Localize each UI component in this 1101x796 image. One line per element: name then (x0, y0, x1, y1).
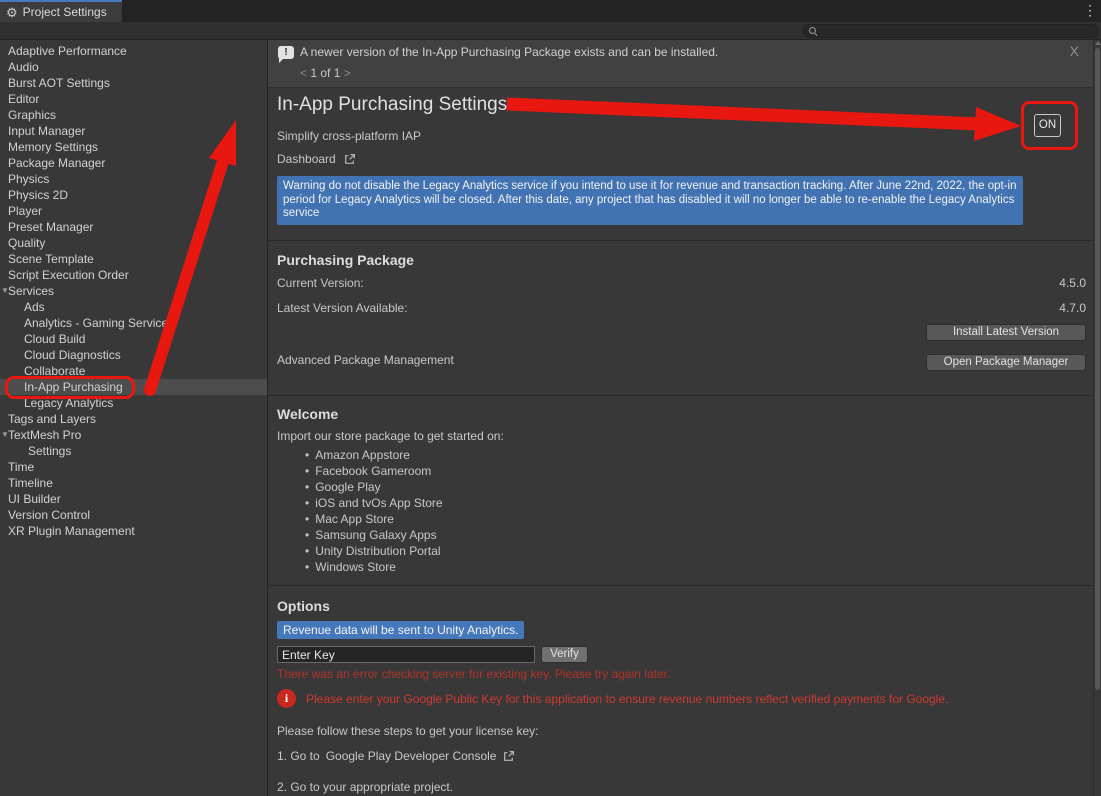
scroll-up-icon[interactable] (1095, 41, 1101, 45)
dashboard-link[interactable]: Dashboard (277, 152, 356, 166)
gear-icon: ⚙ (6, 6, 18, 19)
page-title: In-App Purchasing Settings (277, 94, 507, 116)
tab-bar: ⚙ Project Settings ⋮ (0, 0, 1101, 22)
key-check-error-text: There was an error checking server for e… (277, 667, 670, 681)
tab-project-settings[interactable]: ⚙ Project Settings (0, 0, 122, 22)
step-1-prefix: 1. Go to (277, 749, 320, 763)
sidebar-item-cloud-build[interactable]: Cloud Build (0, 331, 267, 347)
sidebar-item-textmesh-settings[interactable]: Settings (0, 443, 267, 459)
store-item: Google Play (305, 479, 443, 495)
sidebar-item-memory-settings[interactable]: Memory Settings (0, 139, 267, 155)
banner-message: A newer version of the In-App Purchasing… (300, 45, 718, 59)
sidebar-item-scene-template[interactable]: Scene Template (0, 251, 267, 267)
search-icon (809, 27, 817, 35)
sidebar-item-physics-2d[interactable]: Physics 2D (0, 187, 267, 203)
main-panel: ! A newer version of the In-App Purchasi… (268, 40, 1093, 796)
sidebar-item-package-manager[interactable]: Package Manager (0, 155, 267, 171)
close-icon[interactable]: X (1070, 43, 1079, 59)
sidebar-item-analytics-gaming-services[interactable]: Analytics - Gaming Services (0, 315, 267, 331)
store-item: Windows Store (305, 559, 443, 575)
sidebar-item-in-app-purchasing[interactable]: In-App Purchasing (0, 379, 267, 395)
step-2: 2. Go to your appropriate project. (277, 780, 453, 794)
pager-prev-icon[interactable]: < (300, 66, 307, 80)
store-item: Amazon Appstore (305, 447, 443, 463)
service-on-toggle[interactable]: ON (1034, 114, 1061, 137)
purchasing-package-heading: Purchasing Package (277, 252, 414, 268)
sidebar-item-player[interactable]: Player (0, 203, 267, 219)
sidebar-item-graphics[interactable]: Graphics (0, 107, 267, 123)
google-public-key-warning: Please enter your Google Public Key for … (306, 692, 948, 706)
toolbar (0, 22, 1101, 40)
sidebar-item-ui-builder[interactable]: UI Builder (0, 491, 267, 507)
console-warning-icon: ! (278, 46, 294, 59)
license-key-input[interactable] (277, 646, 535, 663)
step-2-text: 2. Go to your appropriate project. (277, 780, 453, 794)
store-list: Amazon Appstore Facebook Gameroom Google… (305, 447, 443, 575)
latest-version-label: Latest Version Available: (277, 301, 408, 315)
external-link-icon (343, 153, 356, 166)
options-heading: Options (277, 598, 330, 614)
sidebar-item-timeline[interactable]: Timeline (0, 475, 267, 491)
kebab-menu-icon[interactable]: ⋮ (1083, 2, 1097, 19)
vertical-scrollbar (1093, 40, 1101, 796)
notification-banner: ! A newer version of the In-App Purchasi… (268, 40, 1093, 88)
advanced-package-management-label: Advanced Package Management (277, 353, 454, 367)
sidebar-item-preset-manager[interactable]: Preset Manager (0, 219, 267, 235)
settings-sidebar: Adaptive Performance Audio Burst AOT Set… (0, 40, 267, 796)
open-package-manager-button[interactable]: Open Package Manager (926, 354, 1086, 371)
store-item: Samsung Galaxy Apps (305, 527, 443, 543)
dashboard-label: Dashboard (277, 152, 336, 166)
sidebar-item-burst-aot-settings[interactable]: Burst AOT Settings (0, 75, 267, 91)
sidebar-item-services[interactable]: Services (0, 283, 267, 299)
page-subtitle: Simplify cross-platform IAP (277, 129, 421, 143)
verify-button[interactable]: Verify (541, 646, 588, 663)
store-item: iOS and tvOs App Store (305, 495, 443, 511)
store-item: Unity Distribution Portal (305, 543, 443, 559)
install-latest-version-button[interactable]: Install Latest Version (926, 324, 1086, 341)
scrollbar-thumb[interactable] (1095, 48, 1100, 690)
section-divider (268, 240, 1093, 241)
current-version-value: 4.5.0 (1059, 276, 1086, 290)
search-input[interactable] (803, 24, 1099, 38)
pager-next-icon[interactable]: > (344, 66, 351, 80)
google-play-developer-console-link[interactable]: Google Play Developer Console (326, 749, 497, 763)
sidebar-item-quality[interactable]: Quality (0, 235, 267, 251)
sidebar-item-textmesh-pro[interactable]: TextMesh Pro (0, 427, 267, 443)
sidebar-item-editor[interactable]: Editor (0, 91, 267, 107)
sidebar-item-ads[interactable]: Ads (0, 299, 267, 315)
pager-count: 1 of 1 (310, 66, 340, 80)
latest-version-value: 4.7.0 (1059, 301, 1086, 315)
tab-title: Project Settings (23, 5, 107, 19)
sidebar-item-input-manager[interactable]: Input Manager (0, 123, 267, 139)
sidebar-item-xr-plugin-management[interactable]: XR Plugin Management (0, 523, 267, 539)
sidebar-item-time[interactable]: Time (0, 459, 267, 475)
banner-pager: < 1 of 1 > (300, 66, 351, 80)
sidebar-item-audio[interactable]: Audio (0, 59, 267, 75)
sidebar-item-physics[interactable]: Physics (0, 171, 267, 187)
section-divider (268, 585, 1093, 586)
sidebar-item-adaptive-performance[interactable]: Adaptive Performance (0, 43, 267, 59)
store-item: Mac App Store (305, 511, 443, 527)
sidebar-item-script-execution-order[interactable]: Script Execution Order (0, 267, 267, 283)
external-link-icon (502, 750, 515, 763)
sidebar-item-collaborate[interactable]: Collaborate (0, 363, 267, 379)
store-item: Facebook Gameroom (305, 463, 443, 479)
license-steps-intro: Please follow these steps to get your li… (277, 724, 538, 738)
legacy-analytics-warning: Warning do not disable the Legacy Analyt… (277, 176, 1023, 225)
current-version-label: Current Version: (277, 276, 364, 290)
section-divider (268, 395, 1093, 396)
step-1: 1. Go to Google Play Developer Console (277, 749, 515, 763)
revenue-analytics-badge: Revenue data will be sent to Unity Analy… (277, 621, 524, 639)
sidebar-item-cloud-diagnostics[interactable]: Cloud Diagnostics (0, 347, 267, 363)
sidebar-item-version-control[interactable]: Version Control (0, 507, 267, 523)
sidebar-item-tags-and-layers[interactable]: Tags and Layers (0, 411, 267, 427)
welcome-heading: Welcome (277, 406, 338, 422)
welcome-intro: Import our store package to get started … (277, 429, 504, 443)
error-info-icon: i (277, 689, 296, 708)
sidebar-item-legacy-analytics[interactable]: Legacy Analytics (0, 395, 267, 411)
project-settings-window: ⚙ Project Settings ⋮ Adaptive Performanc… (0, 0, 1101, 796)
